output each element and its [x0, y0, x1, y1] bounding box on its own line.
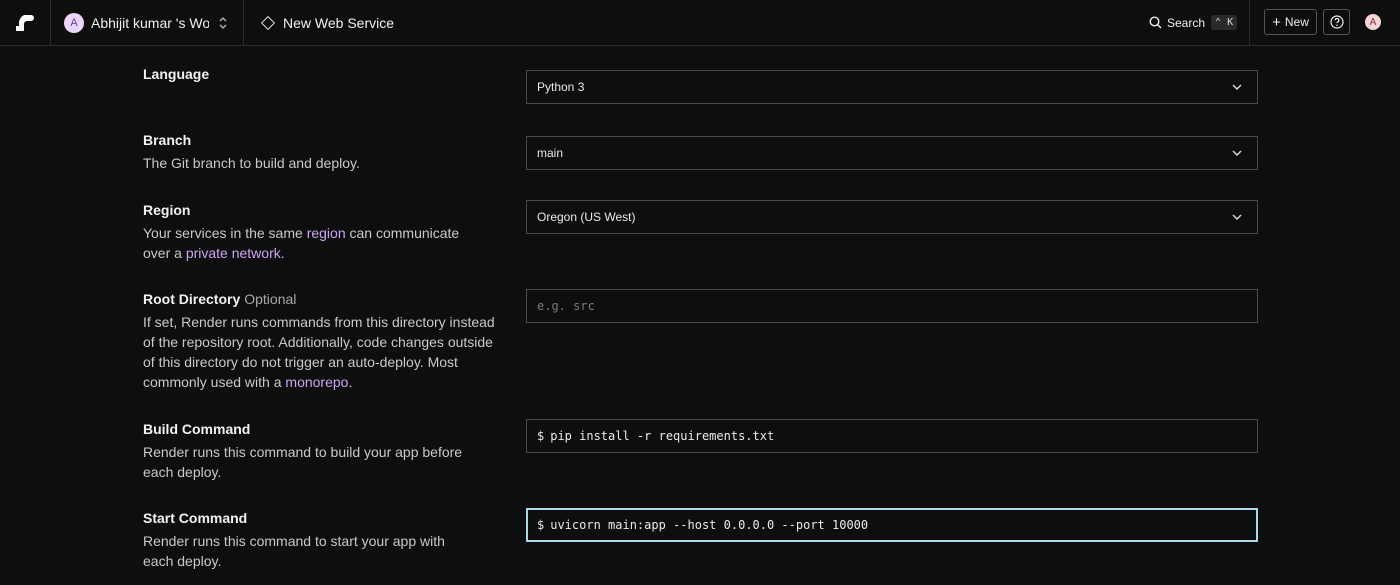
- branch-title: Branch: [143, 132, 192, 148]
- diamond-icon: [260, 15, 276, 30]
- start-command-description: Render runs this command to start your a…: [143, 533, 445, 569]
- branch-select[interactable]: main: [526, 136, 1258, 170]
- root-directory-desc-text: .: [348, 374, 353, 390]
- start-command-label-group: Start Command Render runs this command t…: [143, 508, 498, 571]
- root-directory-label-group: Root Directory Optional If set, Render ru…: [143, 289, 498, 392]
- chevron-up-down-icon: [219, 16, 227, 29]
- start-command-input[interactable]: $ uvicorn main:app --host 0.0.0.0 --port…: [526, 508, 1258, 542]
- start-command-value: uvicorn main:app --host 0.0.0.0 --port 1…: [550, 518, 869, 532]
- monorepo-link[interactable]: monorepo: [285, 374, 348, 390]
- build-command-value: pip install -r requirements.txt: [550, 429, 775, 443]
- build-command-title: Build Command: [143, 421, 251, 437]
- help-icon: [1329, 15, 1344, 29]
- root-directory-description: If set, Render runs commands from this d…: [143, 312, 498, 392]
- help-button[interactable]: [1323, 9, 1350, 35]
- render-logo[interactable]: [0, 0, 51, 45]
- private-network-link[interactable]: private network: [186, 245, 281, 261]
- region-desc-text: .: [280, 245, 285, 261]
- page-title: New Web Service: [283, 14, 395, 31]
- language-select[interactable]: Python 3: [526, 70, 1258, 104]
- new-button[interactable]: + New: [1264, 9, 1317, 35]
- region-value: Oregon (US West): [537, 210, 636, 224]
- workspace-avatar: A: [64, 12, 84, 33]
- start-command-title: Start Command: [143, 510, 248, 526]
- search-shortcut: ⌃ K: [1211, 15, 1238, 30]
- root-directory-input[interactable]: e.g. src: [526, 289, 1258, 323]
- search-button[interactable]: Search ⌃ K: [1149, 0, 1238, 45]
- chevron-down-icon: [1232, 150, 1242, 156]
- search-label: Search: [1167, 15, 1206, 30]
- region-description: Your services in the same region can com…: [143, 223, 483, 263]
- plus-icon: +: [1272, 13, 1281, 31]
- start-command-prefix: $: [537, 518, 545, 532]
- region-select[interactable]: Oregon (US West): [526, 200, 1258, 234]
- region-link[interactable]: region: [307, 225, 346, 241]
- region-label-group: Region Your services in the same region …: [143, 200, 498, 263]
- branch-label-group: Branch The Git branch to build and deplo…: [143, 130, 498, 173]
- search-icon: [1149, 16, 1162, 29]
- header-divider: [1249, 0, 1250, 45]
- region-title: Region: [143, 202, 191, 218]
- chevron-down-icon: [1232, 84, 1242, 90]
- workspace-switcher[interactable]: A Abhijit kumar 's Wo...: [51, 0, 244, 45]
- language-label-group: Language: [143, 64, 498, 84]
- root-directory-title-text: Root Directory: [143, 291, 241, 307]
- region-desc-text: Your services in the same: [143, 225, 307, 241]
- optional-label: Optional: [244, 291, 297, 307]
- root-directory-title: Root Directory Optional: [143, 289, 498, 309]
- logo-icon: [16, 14, 34, 31]
- new-button-label: New: [1284, 15, 1309, 29]
- build-command-prefix: $: [537, 429, 545, 443]
- build-command-label-group: Build Command Render runs this command t…: [143, 419, 498, 482]
- top-bar: A Abhijit kumar 's Wo... New Web Service…: [0, 0, 1400, 46]
- language-title: Language: [143, 66, 210, 82]
- user-avatar[interactable]: A: [1365, 14, 1381, 30]
- chevron-down-icon: [1232, 214, 1242, 220]
- build-command-description: Render runs this command to build your a…: [143, 444, 463, 480]
- branch-value: main: [537, 146, 564, 160]
- breadcrumb: New Web Service: [260, 0, 394, 45]
- language-value: Python 3: [537, 80, 585, 94]
- branch-description: The Git branch to build and deploy.: [143, 155, 360, 171]
- workspace-name: Abhijit kumar 's Wo...: [91, 14, 209, 31]
- build-command-input[interactable]: $ pip install -r requirements.txt: [526, 419, 1258, 453]
- root-directory-placeholder: e.g. src: [537, 299, 595, 313]
